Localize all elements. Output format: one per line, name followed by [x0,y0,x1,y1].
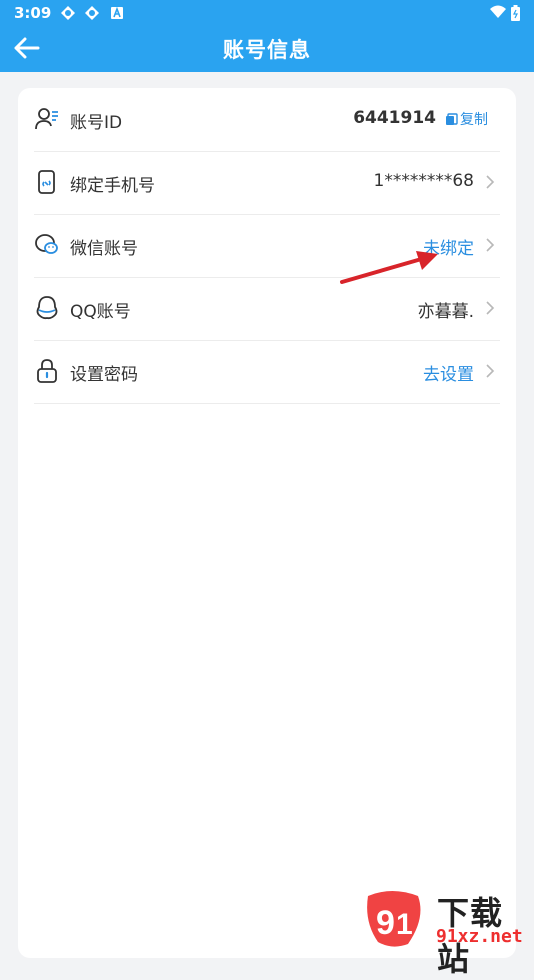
row-label: 设置密码 [70,365,138,385]
status-bar: 3:09 [0,0,534,28]
chevron-right-icon [486,175,495,189]
phone-link-icon [38,170,55,194]
qq-icon [36,296,58,320]
top-bar: 3:09 账号信息 [0,0,534,72]
set-password-link[interactable]: 去设置 [423,360,474,385]
row-label: 微信账号 [70,239,138,259]
copy-label: 复制 [460,112,488,128]
qq-value: 亦暮暮. [417,302,474,322]
phone-value: 1********68 [373,171,474,191]
account-info-card: 账号ID 6441914 复制 绑定手机号 1********68 微信账号 未 [18,88,516,958]
copy-icon [446,112,458,125]
status-time: 3:09 [14,4,52,22]
page-title: 账号信息 [223,38,311,62]
chevron-right-icon [486,301,495,315]
row-label: 绑定手机号 [70,176,155,196]
row-label: QQ账号 [70,302,131,322]
wifi-icon [490,5,506,18]
battery-icon [511,5,520,21]
user-list-icon [35,108,58,130]
svg-text:1: 1 [396,908,413,941]
watermark-url: 91xz.net [436,926,523,947]
row-label: 账号ID [70,113,123,133]
row-set-password[interactable]: 设置密码 去设置 [34,340,500,404]
account-id-value: 6441914 [353,108,436,128]
row-account-id: 账号ID 6441914 复制 [34,88,500,152]
row-bind-phone[interactable]: 绑定手机号 1********68 [34,151,500,215]
font-notification-icon [111,6,123,19]
copy-button[interactable]: 复制 [445,109,488,129]
app-notification-icon [85,6,99,20]
svg-text:9: 9 [376,904,395,942]
chevron-right-icon [486,238,495,252]
wechat-icon [35,234,58,254]
app-notification-icon [61,6,75,20]
annotation-arrow-icon [340,251,438,284]
lock-icon [37,359,57,383]
chevron-right-icon [486,364,495,378]
